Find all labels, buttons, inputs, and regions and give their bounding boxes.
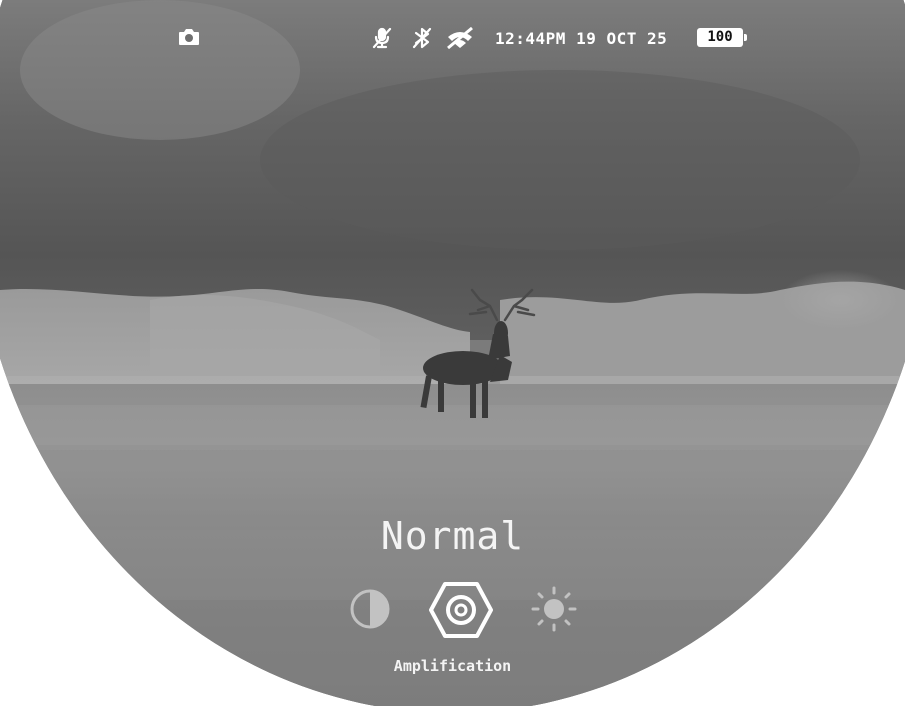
- thermal-scene: 12:44PM 19 OCT 25 100 Normal Amplificati…: [0, 0, 905, 706]
- mode-selector: [0, 580, 905, 642]
- eyepiece-view: 12:44PM 19 OCT 25 100 Normal Amplificati…: [0, 0, 905, 706]
- mic-muted-icon: [372, 27, 392, 49]
- viewport: 12:44PM 19 OCT 25 100 Normal Amplificati…: [0, 0, 905, 706]
- amplification-mode-button[interactable]: [429, 580, 493, 642]
- date: 19 OCT 25: [576, 29, 668, 48]
- brightness-mode-button[interactable]: [523, 580, 585, 642]
- wifi-off-icon: [447, 26, 473, 50]
- battery-indicator: 100: [697, 28, 743, 47]
- mode-title: Normal: [380, 514, 525, 558]
- bluetooth-off-icon: [412, 27, 432, 49]
- camera-icon[interactable]: [178, 28, 200, 50]
- clock-date: 12:44PM 19 OCT 25: [495, 29, 667, 48]
- mode-caption: Amplification: [393, 657, 512, 675]
- status-bar: 12:44PM 19 OCT 25 100: [0, 26, 905, 50]
- battery-tip: [744, 34, 747, 41]
- brightness-sun-icon: [531, 586, 577, 632]
- time: 12:44PM: [495, 29, 566, 48]
- amplification-hexagon-icon: [429, 582, 493, 638]
- contrast-mode-button[interactable]: [339, 580, 401, 642]
- contrast-icon: [350, 589, 390, 629]
- status-icons: [372, 26, 482, 53]
